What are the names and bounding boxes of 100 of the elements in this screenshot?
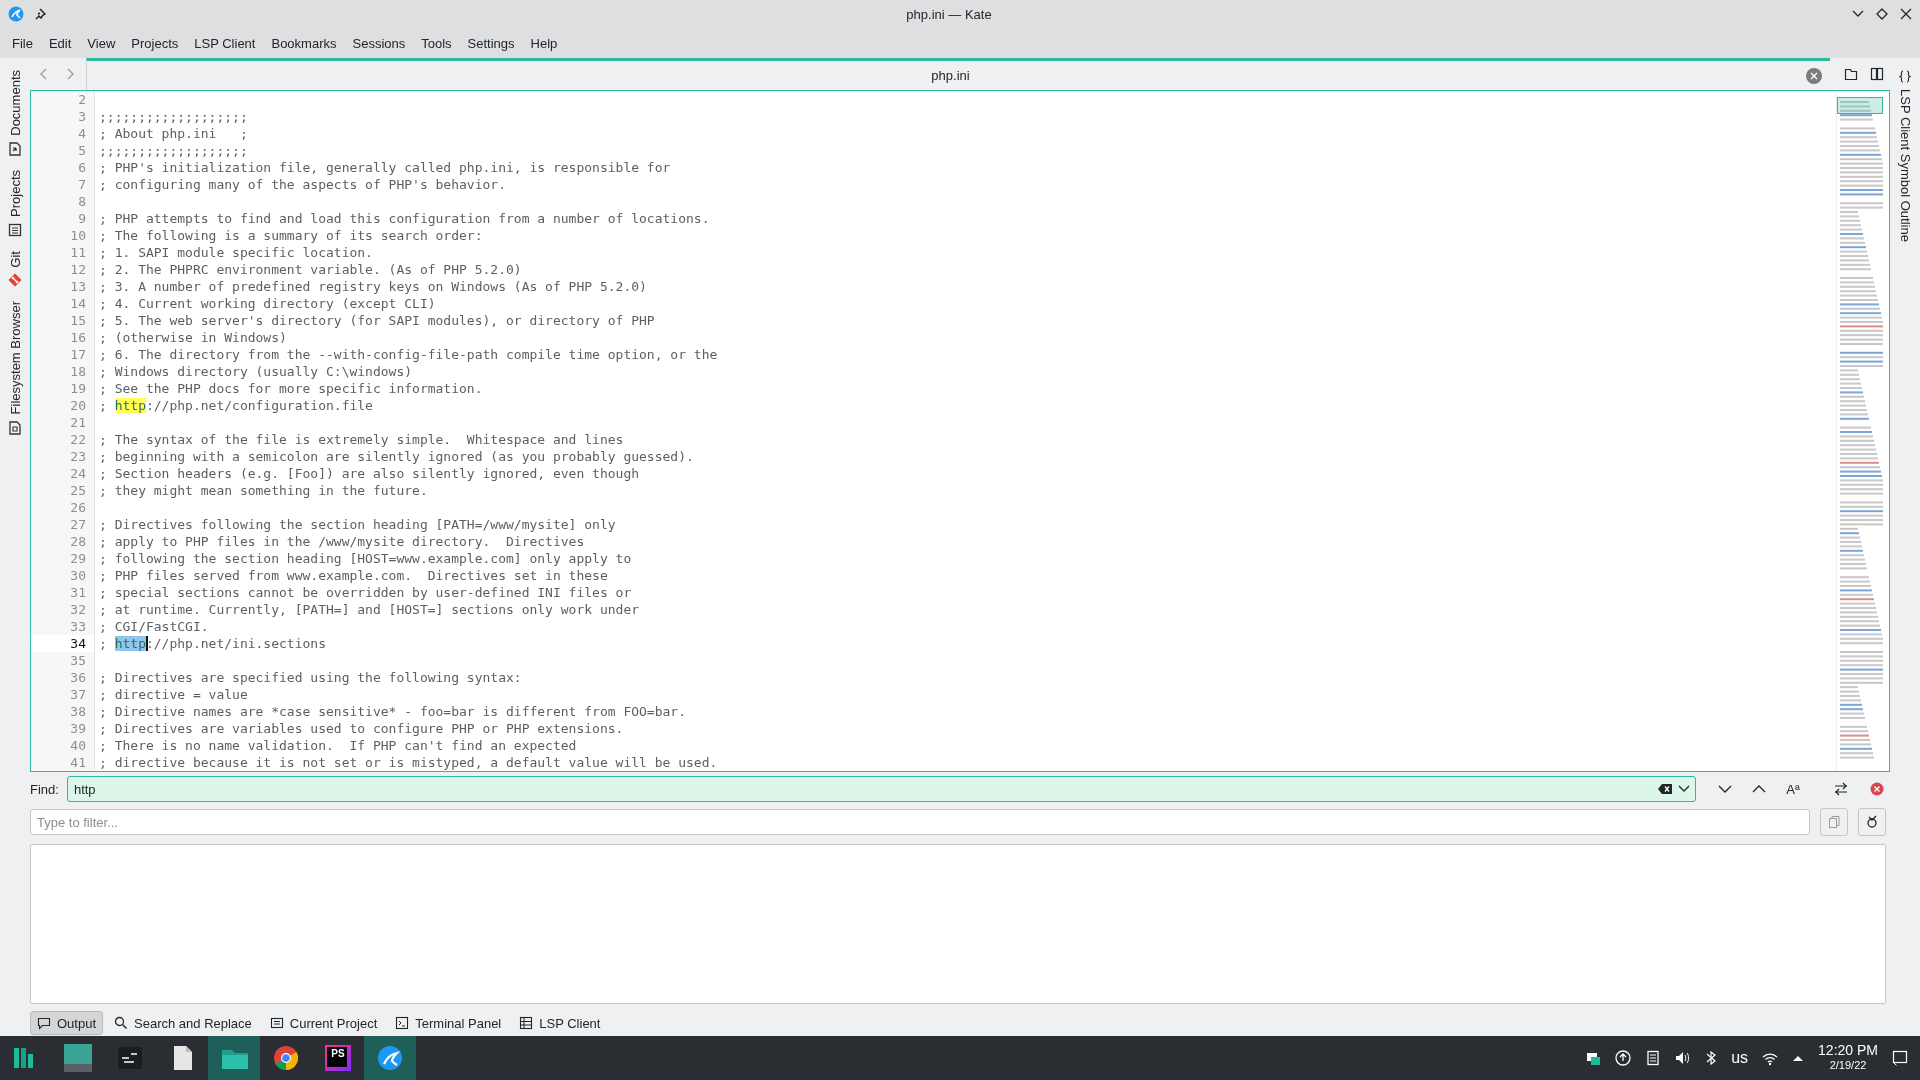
volume-icon[interactable] (1675, 1050, 1692, 1066)
line-number: 33 (31, 618, 95, 635)
code-line: ; Directives are variables used to configure PHP or PHP extensions. (98, 720, 624, 737)
code-line: ; Directive names are *case sensitive* - foo=bar is different from FOO=bar. (98, 703, 686, 720)
bluetooth-icon[interactable] (1705, 1050, 1718, 1066)
code-line: ; 5. The web server's directory (for SAPI modules), or directory of PHP (98, 312, 655, 329)
code-line: ; 4. Current working directory (except CLI) (98, 295, 436, 312)
panel-tab[interactable]: Terminal Panel (388, 1011, 509, 1035)
line-number: 37 (31, 686, 95, 703)
line-number: 32 (31, 601, 95, 618)
panel-tab[interactable]: Current Project (262, 1011, 385, 1035)
ide-logo: PS (325, 1045, 351, 1071)
sidebar-tab[interactable]: LSP Client Symbol Outline (1895, 64, 1915, 248)
menu-item[interactable]: Help (522, 31, 566, 55)
code-line: ; Windows directory (usually C:\windows) (98, 363, 413, 380)
line-number: 20 (31, 397, 95, 414)
match-case-button[interactable]: Aª (1780, 776, 1806, 802)
line-number: 6 (31, 159, 95, 176)
menu-item[interactable]: LSP Client (186, 31, 264, 55)
screens-icon[interactable] (1586, 1050, 1602, 1066)
pin-icon[interactable] (34, 8, 46, 20)
window-title: php.ini — Kate (905, 6, 993, 22)
line-number: 29 (31, 550, 95, 567)
line-number: 35 (31, 652, 95, 669)
document-tab[interactable]: php.ini (86, 58, 1830, 90)
code-line: ; Section headers (e.g. [Foo]) are also silently ignored, even though (98, 465, 640, 482)
close-find-icon (1870, 782, 1884, 796)
line-number: 23 (31, 448, 95, 465)
clear-output-button[interactable] (1858, 808, 1886, 836)
expand-tray-icon[interactable] (1792, 1053, 1805, 1063)
menu-item[interactable]: File (4, 31, 41, 55)
code-line: ; configuring many of the aspects of PHP's behavior. (98, 176, 506, 193)
menu-item[interactable]: Settings (459, 31, 523, 55)
clock-date[interactable]: 2/19/22 (1829, 1058, 1867, 1073)
code-line: ; There is no name validation. If PHP can't find an expected (98, 737, 577, 754)
menu-item[interactable]: Projects (123, 31, 187, 55)
line-number: 10 (31, 227, 95, 244)
sidebar-tab[interactable]: Projects (5, 163, 25, 243)
code-line: ; they might mean something in the future. (98, 482, 428, 499)
line-number: 13 (31, 278, 95, 295)
keyboard-layout[interactable]: us (1731, 1049, 1749, 1067)
panel-tab[interactable]: Output (30, 1011, 104, 1035)
find-label: Find: (30, 781, 59, 797)
code-line: ;;;;;;;;;;;;;;;;;;; (98, 142, 248, 159)
clipboard-icon[interactable] (1645, 1050, 1662, 1066)
code-line: ; http://php.net/configuration.file (98, 397, 373, 414)
line-number: 8 (31, 193, 95, 210)
code-line: ; PHP attempts to find and load this configuration from a number of locations. (98, 210, 710, 227)
taskbar-button[interactable]: PS (312, 1036, 364, 1080)
list-icon (269, 1016, 284, 1030)
code-line: ; directive = value (98, 686, 248, 703)
menu-item[interactable]: View (79, 31, 124, 55)
close-tab-icon[interactable] (1806, 67, 1822, 84)
menu-item[interactable]: Edit (40, 31, 80, 55)
maximize-icon[interactable] (1876, 8, 1888, 20)
panel-tab[interactable]: LSP Client (512, 1011, 608, 1035)
code-line: ; at runtime. Currently, [PATH=] and [HOST=] sections only work under (98, 601, 640, 618)
menu-item[interactable]: Sessions (344, 31, 414, 55)
line-number: 38 (31, 703, 95, 720)
code-line: ; apply to PHP files in the /www/mysite directory. Directives (98, 533, 585, 550)
new-tab-icon[interactable] (1844, 67, 1858, 81)
projects-icon[interactable] (8, 222, 22, 237)
sidebar-tab[interactable]: Documents (5, 64, 25, 162)
menu-item[interactable]: Tools (413, 31, 460, 55)
code-line: ; following the section heading [HOST=www.example.com] only apply to (98, 550, 632, 567)
line-number: 9 (31, 210, 95, 227)
line-number: 4 (31, 125, 95, 142)
panel-tab[interactable]: Search and Replace (107, 1011, 259, 1035)
menu-item[interactable]: Bookmarks (263, 31, 345, 55)
git-icon[interactable] (8, 273, 22, 288)
line-number: 31 (31, 584, 95, 601)
line-number: 12 (31, 261, 95, 278)
show-desktop-icon[interactable] (1892, 1050, 1908, 1066)
line-number: 14 (31, 295, 95, 312)
close-icon[interactable] (1900, 8, 1912, 20)
line-number: 28 (31, 533, 95, 550)
clear-icon[interactable] (1658, 783, 1672, 795)
line-number: 11 (31, 244, 95, 261)
terminal-icon (395, 1016, 410, 1030)
code-line: ; 2. The PHPRC environment variable. (As of PHP 5.2.0) (98, 261, 522, 278)
update-icon[interactable] (1615, 1050, 1632, 1066)
browser-icon (272, 1044, 300, 1072)
filesystem-icon[interactable] (8, 420, 22, 435)
line-number: 40 (31, 737, 95, 754)
line-number: 15 (31, 312, 95, 329)
split-view-icon[interactable] (1870, 67, 1884, 81)
filter-field[interactable]: Type to filter... (30, 809, 1810, 835)
find-field[interactable]: http (66, 776, 1696, 802)
clock-time[interactable]: 12:20 PM (1818, 1043, 1878, 1058)
documents-icon[interactable] (8, 141, 22, 156)
desktop-icon (64, 1044, 92, 1072)
app-icon (8, 6, 24, 22)
code-line: ; 3. A number of predefined registry keys on Windows (As of PHP 5.2.0) (98, 278, 647, 295)
line-number: 19 (31, 380, 95, 397)
taskbar-button[interactable] (364, 1036, 416, 1080)
code-line: ;;;;;;;;;;;;;;;;;;; (98, 108, 248, 125)
sidebar-tab[interactable]: Git (5, 244, 25, 294)
bird-icon (376, 1044, 404, 1072)
sidebar-tab[interactable]: Filesystem Browser (5, 295, 25, 441)
code-line: ; special sections cannot be overridden by user-defined INI files or (98, 584, 632, 601)
